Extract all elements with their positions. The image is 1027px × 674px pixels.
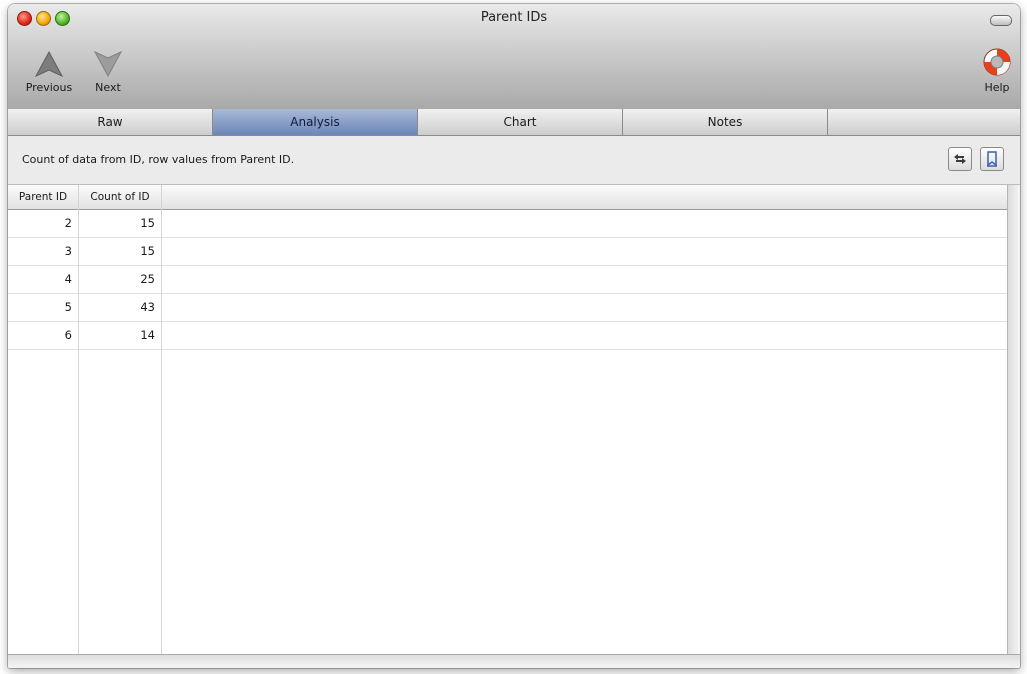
bookmark-icon	[987, 151, 997, 167]
info-bar: Count of data from ID, row values from P…	[8, 136, 1020, 185]
bookmark-button[interactable]	[980, 147, 1004, 171]
lifebuoy-icon	[983, 48, 1011, 76]
analysis-description: Count of data from ID, row values from P…	[22, 153, 295, 166]
swap-button[interactable]	[948, 147, 972, 171]
table-row[interactable]: 5 43	[8, 294, 1008, 322]
previous-button[interactable]: Previous	[22, 50, 76, 94]
cell-count-of-id: 14	[140, 328, 155, 342]
tab-chart[interactable]: Chart	[418, 109, 623, 135]
table-row[interactable]: 6 14	[8, 322, 1008, 350]
window-title: Parent IDs	[480, 10, 548, 25]
cell-parent-id: 3	[64, 244, 72, 258]
next-label: Next	[95, 81, 121, 94]
help-label: Help	[984, 81, 1010, 94]
column-divider[interactable]	[78, 185, 79, 655]
column-header-count-of-id[interactable]: Count of ID	[79, 185, 161, 209]
table-row[interactable]: 3 15	[8, 238, 1008, 266]
tab-analysis[interactable]: Analysis	[213, 109, 418, 135]
cell-count-of-id: 25	[140, 272, 155, 286]
cell-parent-id: 2	[64, 216, 72, 230]
app-window: Parent IDs Previous Next Help Raw Analys…	[8, 4, 1020, 668]
table-row[interactable]: 2 15	[8, 210, 1008, 238]
titlebar: Parent IDs Previous Next Help	[8, 4, 1020, 109]
tab-bar-filler	[828, 109, 1020, 135]
table-header: Parent ID Count of ID	[8, 185, 1008, 210]
next-button[interactable]: Next	[88, 50, 128, 94]
column-header-parent-id[interactable]: Parent ID	[8, 185, 78, 209]
swap-arrows-icon	[954, 154, 966, 164]
previous-label: Previous	[25, 81, 73, 94]
vertical-scrollbar[interactable]	[1007, 185, 1020, 655]
tab-raw[interactable]: Raw	[8, 109, 213, 135]
horizontal-scrollbar[interactable]	[8, 654, 1020, 668]
results-table: Parent ID Count of ID 2 15 3 15 4 25 5 4…	[8, 185, 1008, 655]
cell-parent-id: 6	[64, 328, 72, 342]
help-button[interactable]: Help	[978, 46, 1016, 94]
cell-count-of-id: 43	[140, 300, 155, 314]
cell-count-of-id: 15	[140, 216, 155, 230]
cell-count-of-id: 15	[140, 244, 155, 258]
tab-notes[interactable]: Notes	[623, 109, 828, 135]
tab-bar: Raw Analysis Chart Notes	[8, 109, 1020, 136]
table-row[interactable]: 4 25	[8, 266, 1008, 294]
arrow-up-icon	[34, 50, 64, 78]
arrow-down-icon	[93, 50, 123, 78]
toolbar-toggle-button[interactable]	[990, 15, 1012, 26]
cell-parent-id: 5	[64, 300, 72, 314]
cell-parent-id: 4	[64, 272, 72, 286]
column-divider[interactable]	[161, 185, 162, 655]
